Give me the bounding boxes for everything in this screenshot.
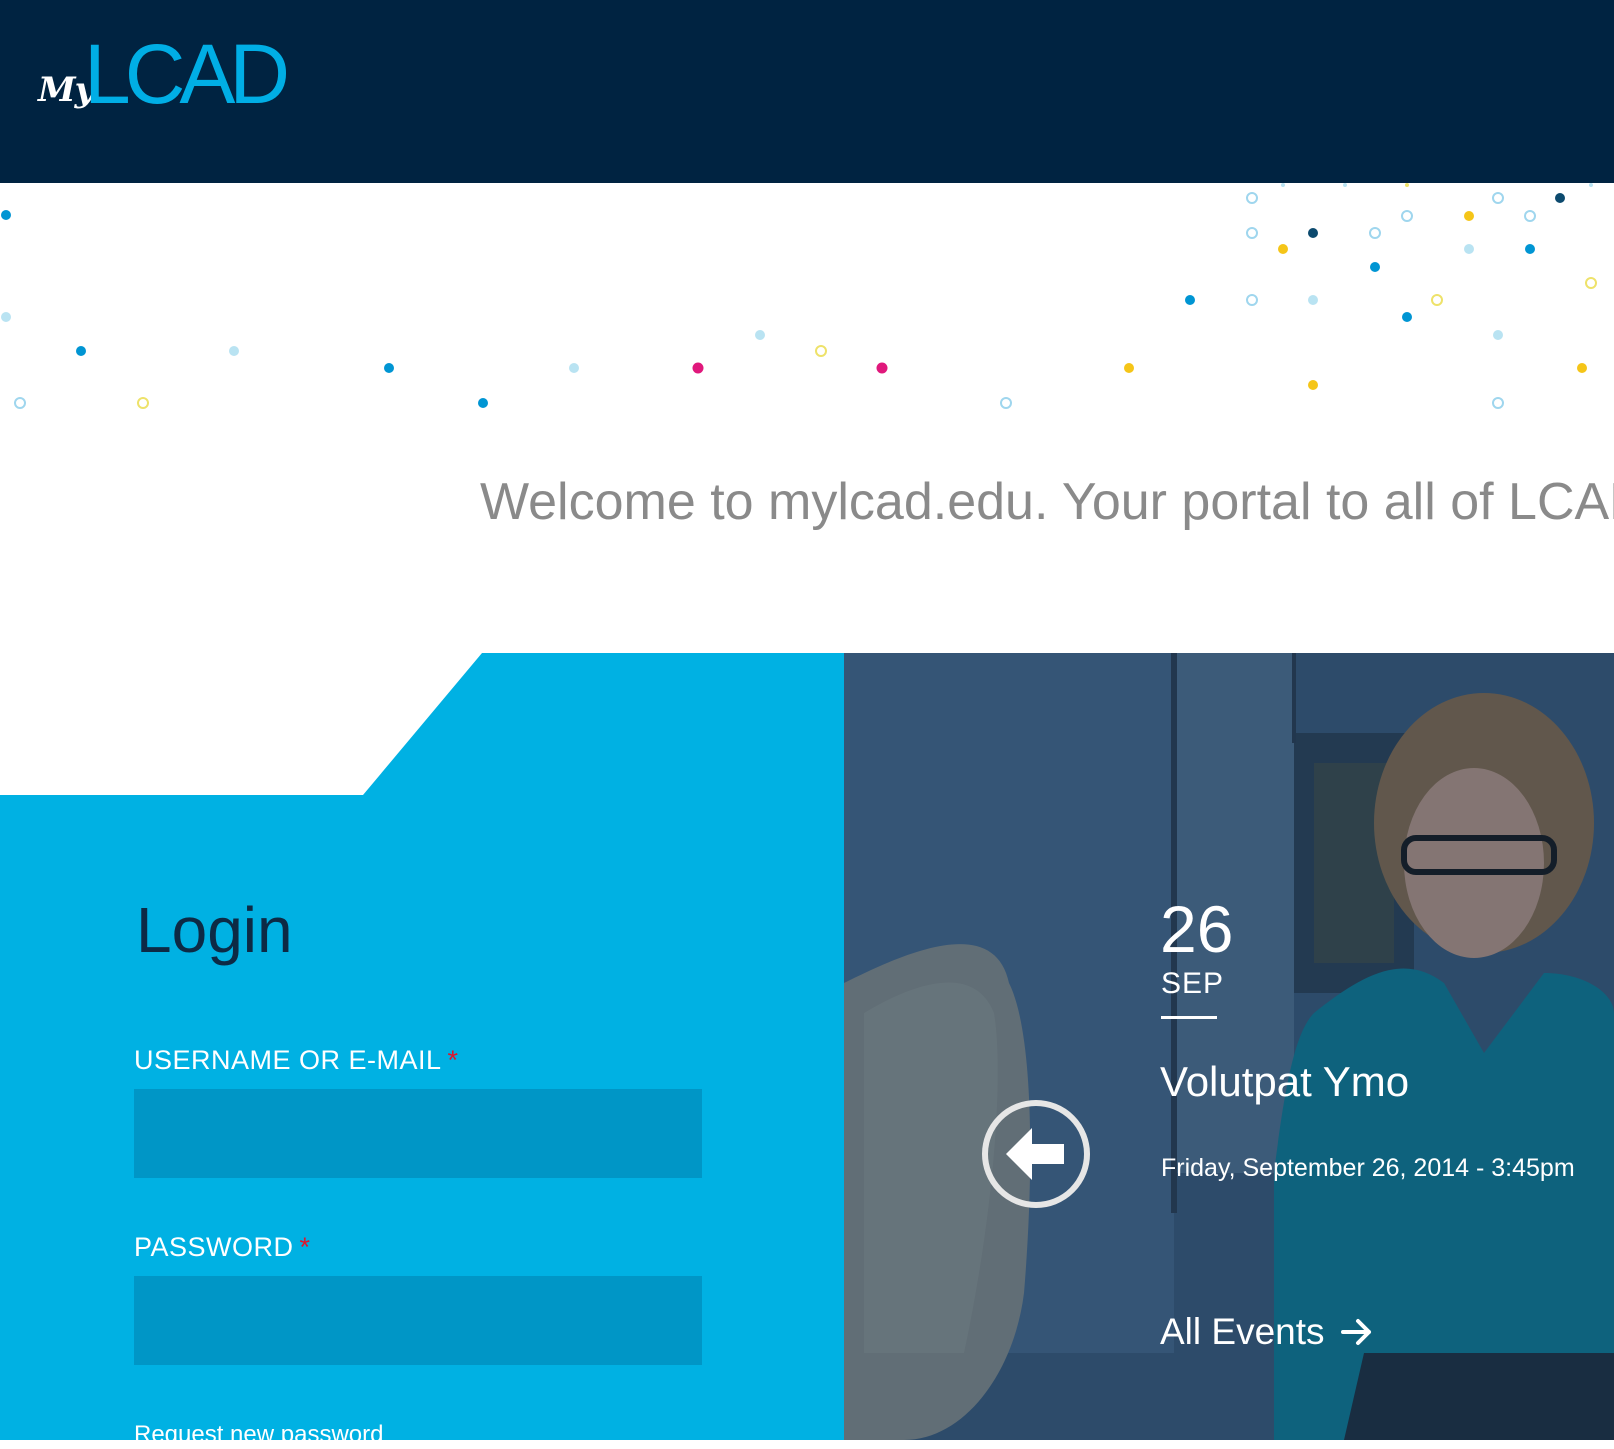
decorative-dots [1,183,1597,409]
login-heading: Login [136,894,293,966]
site-header: My LCAD [0,0,1614,183]
event-month: SEP [1161,967,1225,1000]
password-label-text: PASSWORD [134,1232,294,1262]
username-input[interactable] [134,1089,702,1178]
previous-slide-button[interactable] [980,1098,1092,1210]
all-events-label: All Events [1160,1311,1325,1352]
all-events-link[interactable]: All Events [1160,1311,1373,1353]
required-marker: * [299,1232,311,1262]
login-panel: Login USERNAME OR E-MAIL * PASSWORD * Requ… [0,653,844,1448]
username-label-text: USERNAME OR E-MAIL [134,1045,442,1075]
event-day: 26 [1160,892,1234,966]
event-slideshow: 26 SEP Volutpat Ymo Friday, September 26… [844,653,1614,1440]
arrow-right-icon [1340,1319,1371,1345]
event-title[interactable]: Volutpat Ymo [1160,1058,1409,1106]
event-divider [1161,1016,1217,1019]
required-marker: * [447,1045,459,1075]
password-input[interactable] [134,1276,702,1365]
welcome-message: Welcome to mylcad.edu. Your portal to al… [480,473,1614,531]
logo-wordmark: LCAD [84,27,290,121]
mylcad-logo[interactable]: My LCAD [36,27,290,121]
username-label: USERNAME OR E-MAIL * [134,1045,459,1076]
request-new-password-link[interactable]: Request new password [134,1421,383,1449]
password-label: PASSWORD * [134,1232,311,1263]
arrow-left-circle-icon [982,1100,1090,1208]
event-datetime: Friday, September 26, 2014 - 3:45pm [1161,1154,1575,1182]
